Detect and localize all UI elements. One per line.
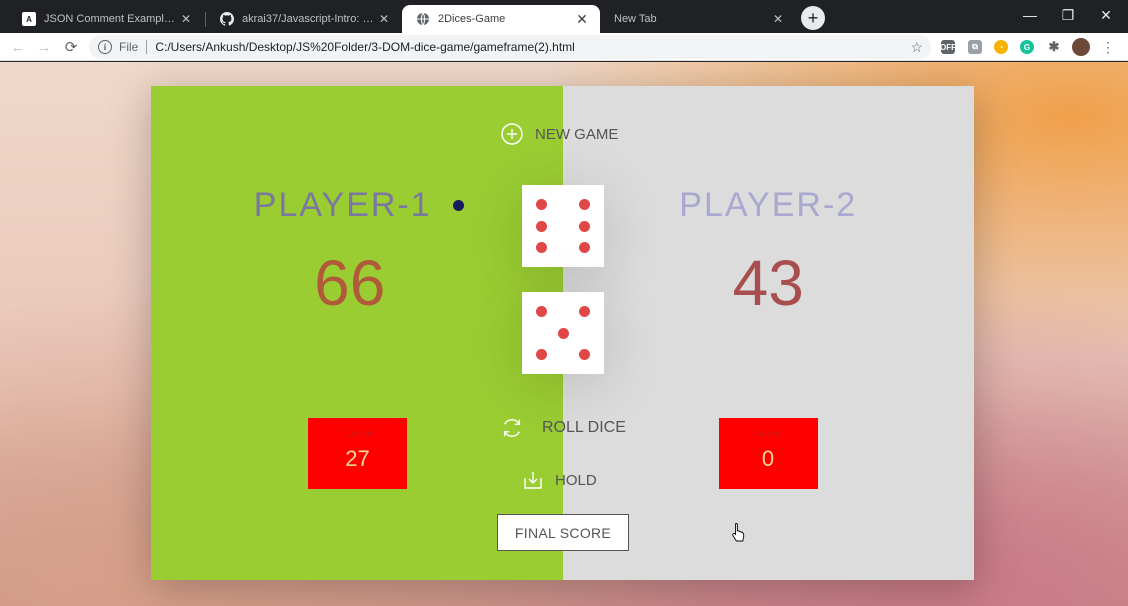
roll-dice-button[interactable]: ROLL DICE [500,416,626,440]
tab-title: New Tab [614,13,657,25]
dice-pip [536,306,548,318]
dice-pip [536,348,548,360]
grammarly-icon[interactable]: G [1020,40,1034,54]
dice-pip [578,306,590,318]
download-tray-icon [523,470,543,490]
extensions-puzzle-icon[interactable]: ✱ [1047,39,1061,54]
back-arrow-icon[interactable]: ← [8,37,28,57]
extension-compass-icon[interactable]: ◔ [994,40,1008,54]
refresh-icon [500,416,524,440]
active-player-dot [453,200,464,211]
tab-title: JSON Comment Example — How [44,13,178,25]
dice-pip [578,220,590,232]
hold-label: HOLD [555,471,597,489]
close-icon[interactable]: ✕ [574,11,590,27]
address-bar[interactable]: i File C:/Users/Ankush/Desktop/JS%20Fold… [89,35,931,59]
bookmark-star-icon[interactable]: ☆ [910,39,923,56]
reload-icon[interactable]: ⟳ [61,37,81,57]
minimize-icon[interactable]: — [1011,0,1049,30]
dice-pip [578,241,590,253]
dice-game-wrapper: PLAYER-1 66 Current 27 PLAYER-2 43 Curre… [151,86,974,580]
player-2-current-box: Current 0 [718,418,818,489]
player-2-name: PLAYER-2 [679,186,858,224]
tab-title: 2Dices-Game [438,13,506,25]
address-scheme-label: File [119,40,139,54]
app-icon: A [22,12,36,26]
extension-copy-icon[interactable]: ⧉ [968,40,982,54]
dice-pip [578,348,590,360]
dice-pip [536,241,548,253]
dice-2 [522,292,604,374]
dice-pip [578,199,590,211]
plus-circle-icon [500,122,524,146]
forward-arrow-icon[interactable]: → [34,37,54,57]
player-1-current-label: Current [342,429,373,438]
address-url[interactable]: C:/Users/Ankush/Desktop/JS%20Folder/3-DO… [155,40,574,54]
player-1-score: 66 [314,247,386,319]
extension-off-icon[interactable]: OFF [940,40,956,54]
new-tab-plus-icon[interactable]: + [801,6,825,30]
tab-2dices-game[interactable]: 2Dices-Game ✕ [402,5,600,33]
tab-github-repo[interactable]: akrai37/Javascript-Intro: Learning ✕ [206,5,402,33]
window-close-icon[interactable]: ✕ [1087,0,1125,30]
globe-icon [416,12,430,26]
tab-json-comment-example[interactable]: A JSON Comment Example — How ✕ [8,5,204,33]
close-icon[interactable]: ✕ [376,11,392,27]
dice-pip [536,220,548,232]
browser-tab-strip: A JSON Comment Example — How ✕ akrai37/J… [0,0,1128,33]
player-1-current-box: Current 27 [308,418,407,489]
player-1-name: PLAYER-1 [253,186,432,224]
close-icon[interactable]: ✕ [770,11,786,27]
hand-cursor-icon [732,523,745,542]
player-1-current-score: 27 [345,446,370,471]
player-1-panel: PLAYER-1 66 Current 27 [151,86,563,580]
player-2-current-label: Current [752,429,784,438]
address-divider [146,40,148,54]
dice-1 [522,185,604,267]
menu-kebab-icon[interactable]: ⋮ [1098,37,1118,57]
page-background: PLAYER-1 66 Current 27 PLAYER-2 43 Curre… [0,62,1128,606]
new-game-label: NEW GAME [535,125,619,143]
hold-button[interactable]: HOLD [523,470,597,490]
new-game-button[interactable]: NEW GAME [500,122,618,146]
player-2-score: 43 [732,247,804,319]
dice-pip [536,199,548,211]
browser-toolbar: ← → ⟳ i File C:/Users/Ankush/Desktop/JS%… [0,33,1128,61]
dice-pip [557,327,569,339]
github-icon [220,12,234,26]
tab-new-tab[interactable]: New Tab ✕ [600,5,796,33]
player-2-current-score: 0 [761,446,775,471]
info-icon[interactable]: i [98,40,112,54]
roll-dice-label: ROLL DICE [542,419,626,436]
close-icon[interactable]: ✕ [178,11,194,27]
player-2-panel: PLAYER-2 43 Current 0 [562,86,974,580]
svg-text:A: A [26,15,32,24]
final-score-button[interactable]: FINAL SCORE [497,514,629,551]
restore-icon[interactable]: ❐ [1049,0,1087,30]
profile-avatar[interactable] [1072,38,1090,56]
tab-title: akrai37/Javascript-Intro: Learning [242,13,376,25]
